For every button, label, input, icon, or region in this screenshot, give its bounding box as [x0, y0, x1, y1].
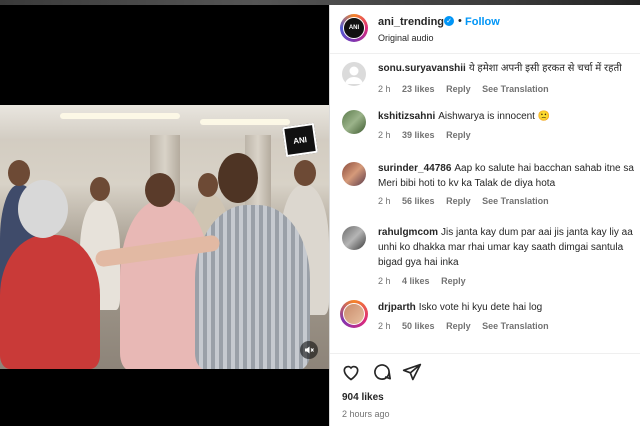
- comment-age: 2 h: [378, 196, 391, 206]
- comments-list: sonu.suryavanshii ये हमेशा अपनी इसी हरकत …: [330, 53, 640, 354]
- comment-text: sonu.suryavanshii ये हमेशा अपनी इसी हरकत …: [378, 62, 640, 76]
- video-person-head: [8, 160, 30, 186]
- user-avatar[interactable]: [342, 162, 366, 186]
- comment-body: Aishwarya is innocent 🙁: [438, 111, 551, 122]
- video-person-red-saree: [0, 235, 100, 369]
- comment-meta: 2 h 23 likes Reply See Translation: [378, 84, 558, 94]
- heart-icon[interactable]: [341, 362, 361, 382]
- user-avatar[interactable]: [340, 300, 368, 328]
- ani-logo-text: ANI: [292, 134, 308, 146]
- comment-username[interactable]: surinder_44786: [378, 163, 451, 174]
- comment-text-line: bigad gya hai inka: [378, 257, 459, 268]
- comment-text: surinder_44786 Aap ko salute hai bacchan …: [378, 162, 640, 176]
- comment-age: 2 h: [378, 84, 391, 94]
- author-username[interactable]: ani_trending: [378, 16, 444, 28]
- comment-username[interactable]: sonu.suryavanshii: [378, 63, 466, 74]
- separator-dot: •: [458, 15, 462, 27]
- see-translation-button[interactable]: See Translation: [482, 321, 549, 331]
- comment-likes[interactable]: 4 likes: [402, 276, 430, 286]
- ani-logo: ANI: [282, 122, 318, 158]
- video-person-head: [145, 173, 175, 207]
- comment-username[interactable]: rahulgmcom: [378, 227, 438, 238]
- comment-text-line: Meri bibi hoti to kv ka Talak de diya ho…: [378, 178, 556, 189]
- verified-badge-icon: ✓: [444, 16, 454, 26]
- see-translation-button[interactable]: See Translation: [482, 84, 549, 94]
- post-timestamp[interactable]: 2 hours ago: [342, 409, 390, 419]
- comment-body: Isko vote hi kyu dete hai log: [418, 302, 543, 313]
- video-person-head: [90, 177, 110, 201]
- comment-meta: 2 h 50 likes Reply See Translation: [378, 321, 558, 331]
- comment-age: 2 h: [378, 276, 391, 286]
- video-light: [200, 119, 290, 125]
- video-person-head: [198, 173, 218, 197]
- post-panel: ANI ani_trending ✓ • Follow Original aud…: [329, 5, 640, 426]
- comment-meta: 2 h 4 likes Reply: [378, 276, 475, 286]
- comment-username[interactable]: kshitizsahni: [378, 111, 435, 122]
- reply-button[interactable]: Reply: [446, 84, 471, 94]
- comment-icon[interactable]: [372, 362, 392, 382]
- comment-likes[interactable]: 56 likes: [402, 196, 435, 206]
- post-actions: 904 likes 2 hours ago: [330, 353, 640, 426]
- author-avatar-logo: ANI: [343, 17, 365, 39]
- comment-username[interactable]: drjparth: [378, 302, 416, 313]
- comment-text: drjparth Isko vote hi kyu dete hai log: [378, 301, 640, 315]
- comment-likes[interactable]: 23 likes: [402, 84, 435, 94]
- comment-body: ये हमेशा अपनी इसी हरकत से चर्चा में रहती: [468, 63, 622, 74]
- post-media[interactable]: ANI: [0, 5, 329, 426]
- reply-button[interactable]: Reply: [441, 276, 466, 286]
- comment-text-line: unhi ko dhakka mar rhai umar kay saath d…: [378, 242, 624, 253]
- user-avatar[interactable]: [342, 226, 366, 250]
- paper-plane-icon[interactable]: [402, 362, 422, 382]
- reply-button[interactable]: Reply: [446, 321, 471, 331]
- comment-meta: 2 h 39 likes Reply: [378, 130, 480, 140]
- video-frame[interactable]: ANI: [0, 105, 329, 369]
- comment-body: Aap ko salute hai bacchan sahab itne sa: [454, 163, 634, 174]
- speaker-muted-icon[interactable]: [300, 341, 318, 359]
- comment-text: kshitizsahni Aishwarya is innocent 🙁: [378, 110, 640, 124]
- post-header: ANI ani_trending ✓ • Follow Original aud…: [330, 5, 640, 53]
- video-person-head: [218, 153, 258, 203]
- post-likes-count[interactable]: 904 likes: [342, 392, 384, 403]
- follow-button[interactable]: Follow: [465, 16, 500, 28]
- reply-button[interactable]: Reply: [446, 196, 471, 206]
- see-translation-button[interactable]: See Translation: [482, 196, 549, 206]
- reply-button[interactable]: Reply: [446, 130, 471, 140]
- video-person-head: [294, 160, 316, 186]
- audio-label[interactable]: Original audio: [378, 33, 434, 43]
- video-light: [60, 113, 180, 119]
- default-avatar-icon[interactable]: [342, 62, 366, 86]
- video-person-head: [18, 180, 68, 238]
- user-avatar[interactable]: [342, 110, 366, 134]
- comment-likes[interactable]: 39 likes: [402, 130, 435, 140]
- user-avatar-photo: [343, 303, 365, 325]
- comment-text: rahulgmcom Jis janta kay dum par aai jis …: [378, 226, 640, 240]
- comment-age: 2 h: [378, 130, 391, 140]
- author-avatar[interactable]: ANI: [340, 14, 368, 42]
- video-person-checked-shirt: [195, 205, 310, 369]
- comment-age: 2 h: [378, 321, 391, 331]
- comment-body: Jis janta kay dum par aai jis janta kay …: [441, 227, 633, 238]
- comment-meta: 2 h 56 likes Reply See Translation: [378, 196, 558, 206]
- comment-likes[interactable]: 50 likes: [402, 321, 435, 331]
